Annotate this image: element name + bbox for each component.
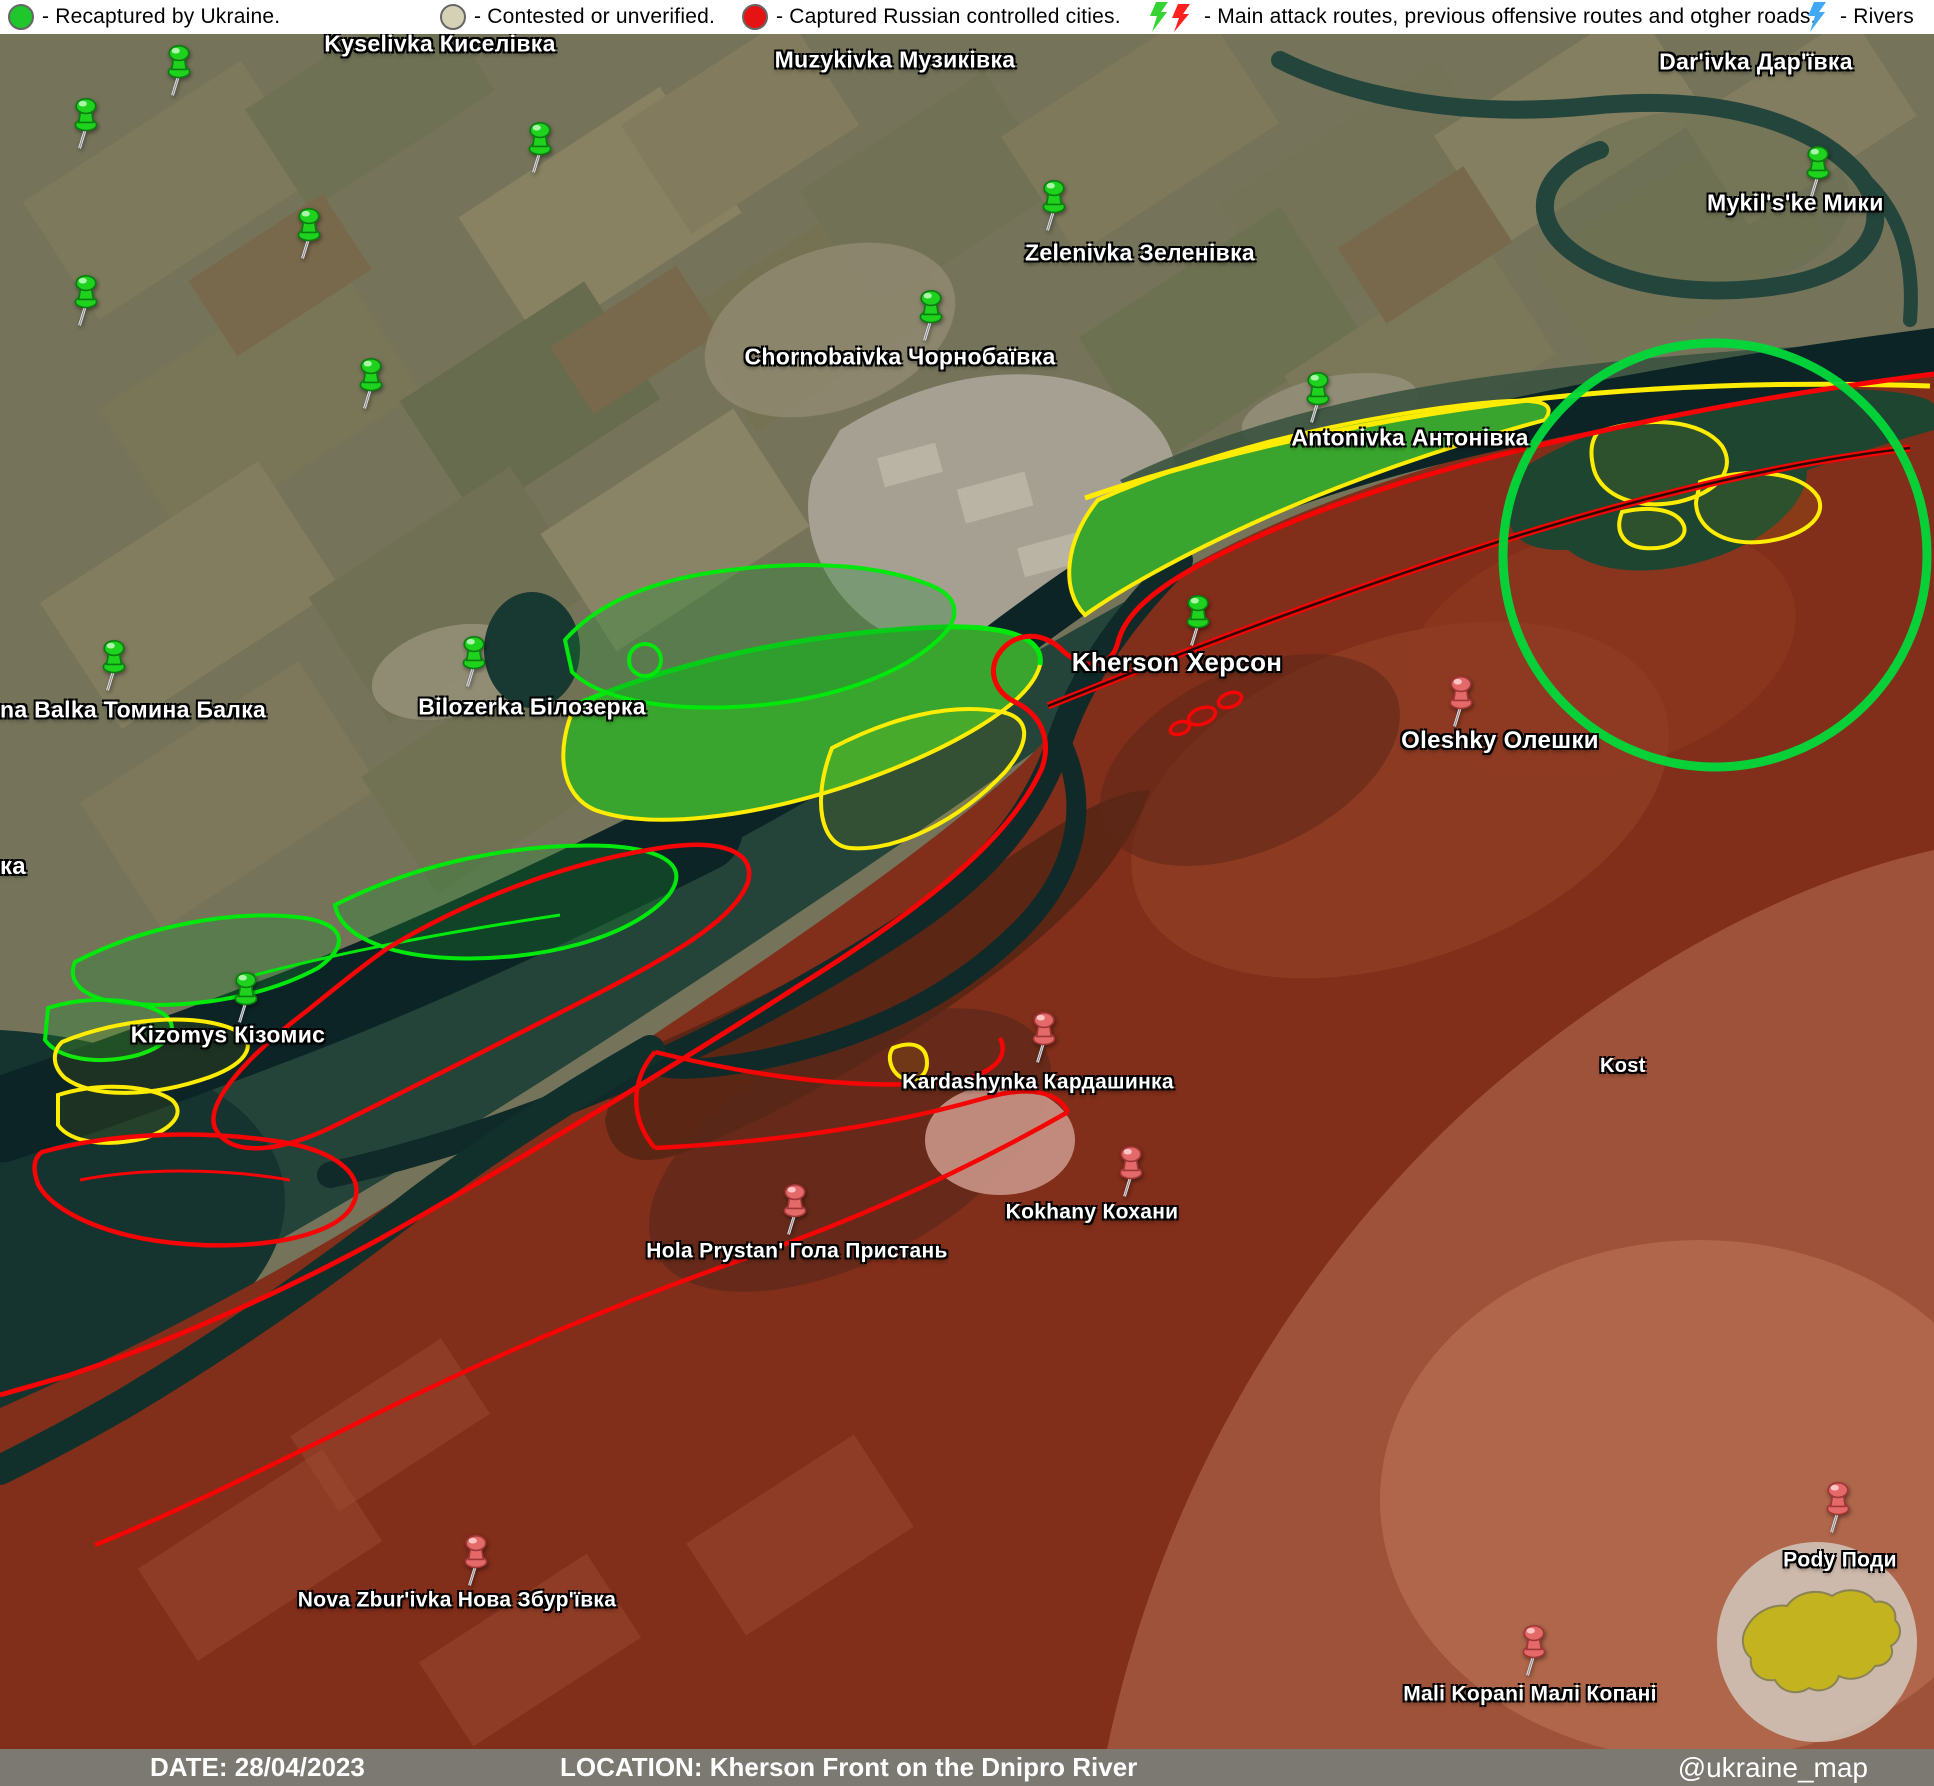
green-pushpin-icon	[456, 636, 492, 688]
legend-label: - Rivers	[1840, 5, 1914, 29]
green-pushpin-icon	[1036, 180, 1072, 232]
place-label-nova-zburivka: Nova Zbur'ivka Нова Збур'ївка	[298, 1590, 616, 1611]
place-label-mali-kopani: Mali Kopani Малі Копані	[1403, 1684, 1657, 1705]
green-pushpin-icon	[161, 45, 197, 97]
red-pushpin-icon	[458, 1535, 494, 1587]
green-pushpin-icon	[1800, 146, 1836, 198]
captured-dot-icon	[742, 4, 768, 30]
place-label-hola-prystan: Hola Prystan' Гола Пристань	[646, 1241, 947, 1262]
place-label-oleshky: Oleshky Олешки	[1401, 729, 1599, 753]
green-pushpin-icon	[68, 98, 104, 150]
place-label-zelenivka: Zelenivka Зеленівка	[1025, 242, 1255, 265]
place-label-kherson: Kherson Херсон	[1072, 649, 1283, 675]
recaptured-dot-icon	[8, 4, 34, 30]
location-label: LOCATION: Kherson Front on the Dnipro Ri…	[560, 1752, 1137, 1783]
green-pushpin-icon	[1180, 595, 1216, 647]
war-map-screenshot: - Recaptured by Ukraine. - Contested or …	[0, 0, 1934, 1786]
legend-label: - Contested or unverified.	[474, 5, 715, 29]
legend-label: - Recaptured by Ukraine.	[42, 5, 280, 29]
green-pushpin-icon	[96, 640, 132, 692]
place-label-pody: Pody Поди	[1783, 1550, 1897, 1571]
place-label-darivka: Dar'ivka Дар'ївка	[1659, 51, 1853, 74]
labels-layer: Kyselivka Киселівка Muzykivka Музиківка Da…	[0, 0, 1934, 1786]
legend-item-contested: - Contested or unverified.	[440, 0, 715, 34]
green-pushpin-icon	[68, 275, 104, 327]
red-pushpin-icon	[1820, 1482, 1856, 1534]
green-pushpin-icon	[1300, 372, 1336, 424]
legend-item-rivers: - Rivers	[1806, 0, 1914, 34]
green-pushpin-icon	[228, 972, 264, 1024]
red-pushpin-icon	[1026, 1012, 1062, 1064]
date-label: DATE: 28/04/2023	[150, 1752, 365, 1783]
place-label-bilozerka: Bilozerka Білозерка	[418, 696, 646, 719]
place-label-kyselivka: Kyselivka Киселівка	[324, 33, 555, 56]
place-label-kardashynka: Kardashynka Кардашинка	[902, 1072, 1174, 1093]
red-pushpin-icon	[1443, 676, 1479, 728]
legend-label: - Captured Russian controlled cities.	[776, 5, 1121, 29]
green-pushpin-icon	[522, 122, 558, 174]
place-label-antonivka: Antonivka Антонівка	[1291, 427, 1529, 450]
place-label-ka-fragment: ка	[0, 855, 26, 879]
legend-bar: - Recaptured by Ukraine. - Contested or …	[0, 0, 1934, 34]
attack-routes-icon	[1142, 2, 1196, 32]
place-label-mykilske: Mykil's'ke Мики	[1707, 192, 1884, 215]
credit-handle: @ukraine_map	[1678, 1752, 1868, 1784]
legend-item-captured: - Captured Russian controlled cities.	[742, 0, 1121, 34]
place-label-tomyna-balka: na Balka Томина Балка	[0, 699, 266, 722]
place-label-kokhany: Kokhany Кохани	[1006, 1202, 1179, 1223]
red-pushpin-icon	[1516, 1625, 1552, 1677]
legend-label: - Main attack routes, previous offensive…	[1204, 5, 1817, 29]
footer-bar: DATE: 28/04/2023 LOCATION: Kherson Front…	[0, 1749, 1934, 1786]
place-label-chornobaivka: Chornobaivka Чорнобаївка	[744, 346, 1055, 369]
place-label-kizomys: Kizomys Кізомис	[131, 1024, 325, 1047]
red-pushpin-icon	[1113, 1146, 1149, 1198]
contested-dot-icon	[440, 4, 466, 30]
place-label-kost-fragment: Kost	[1600, 1056, 1646, 1076]
green-pushpin-icon	[913, 290, 949, 342]
legend-item-recaptured: - Recaptured by Ukraine.	[8, 0, 280, 34]
green-pushpin-icon	[291, 208, 327, 260]
red-pushpin-icon	[777, 1184, 813, 1236]
river-arrow-icon	[1806, 2, 1832, 32]
legend-item-routes: - Main attack routes, previous offensive…	[1142, 0, 1817, 34]
place-label-muzykivka: Muzykivka Музиківка	[775, 49, 1016, 72]
green-pushpin-icon	[353, 358, 389, 410]
